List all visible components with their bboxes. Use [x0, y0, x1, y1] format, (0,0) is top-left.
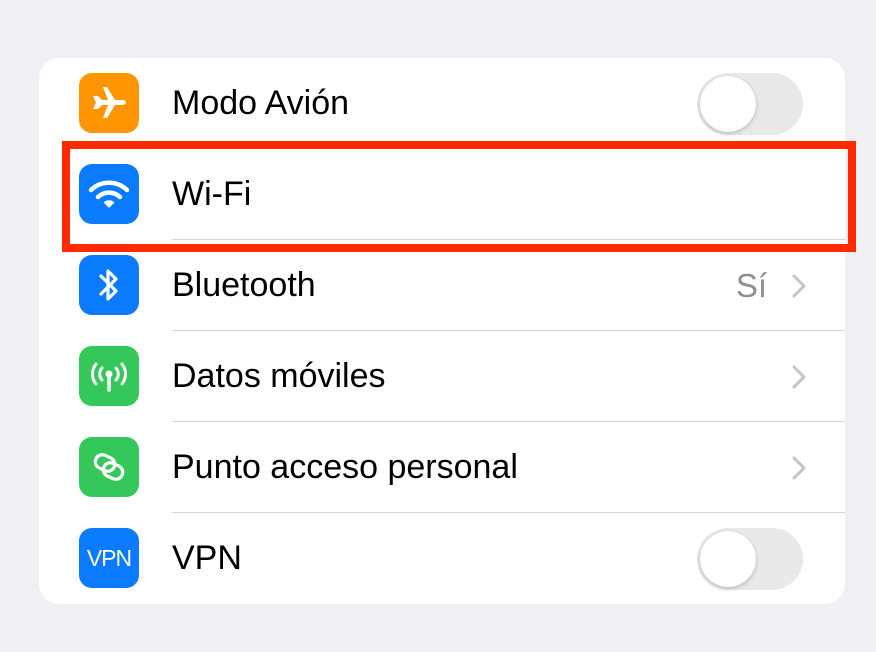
vpn-row[interactable]: VPN VPN: [39, 513, 845, 604]
airplane-mode-row[interactable]: Modo Avión: [39, 58, 845, 149]
wifi-row[interactable]: Wi-Fi: [39, 149, 845, 240]
airplane-mode-toggle[interactable]: [697, 73, 803, 135]
row-label: Modo Avión: [172, 84, 350, 122]
airplane-icon: [79, 73, 139, 133]
wifi-icon: [79, 164, 139, 224]
chevron-right-icon: [792, 274, 806, 298]
chevron-right-icon: [792, 456, 806, 480]
bluetooth-row[interactable]: Bluetooth Sí: [39, 240, 845, 331]
vpn-icon: VPN: [79, 528, 139, 588]
row-label: Punto acceso personal: [172, 448, 518, 486]
vpn-icon-text: VPN: [86, 544, 132, 571]
bluetooth-icon: [79, 255, 139, 315]
toggle-knob: [700, 76, 756, 132]
toggle-knob: [700, 531, 756, 587]
personal-hotspot-row[interactable]: Punto acceso personal: [39, 422, 845, 513]
row-label: Wi-Fi: [172, 175, 252, 213]
cellular-antenna-icon: [79, 346, 139, 406]
row-label: Datos móviles: [172, 357, 386, 395]
bluetooth-status: Sí: [735, 267, 767, 304]
vpn-toggle[interactable]: [697, 528, 803, 590]
chevron-right-icon: [792, 365, 806, 389]
row-label: VPN: [172, 539, 242, 577]
personal-hotspot-icon: [79, 437, 139, 497]
row-label: Bluetooth: [172, 266, 316, 304]
settings-group: Modo Avión Wi-Fi Bluetooth Sí Datos móvi…: [39, 58, 845, 604]
cellular-data-row[interactable]: Datos móviles: [39, 331, 845, 422]
